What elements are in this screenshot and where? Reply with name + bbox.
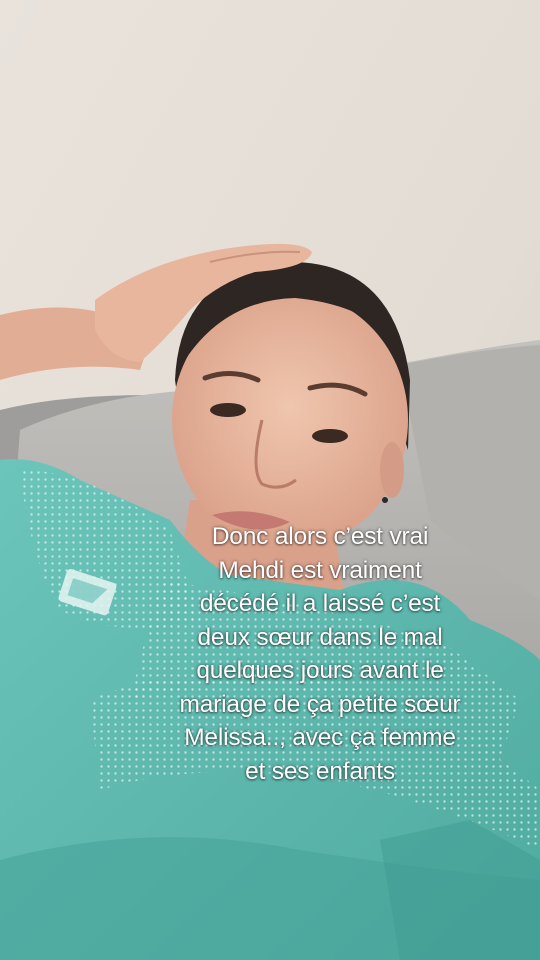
caption-line: Mehdi est vraiment [218,556,422,584]
caption-line: décédé il a laissé c’est [199,590,441,617]
video-caption: Donc alors c’est vrai Mehdi est vraiment… [150,520,490,788]
caption-line: mariage de ça petite sœur [179,690,461,718]
caption-line: et ses enfants [245,757,395,785]
caption-line: Melissa.., avec ça femme [184,724,456,751]
caption-line: Donc alors c’est vrai [211,523,429,550]
caption-line: deux sœur dans le mal [197,623,443,651]
caption-line: quelques jours avant le [196,657,444,684]
video-frame[interactable]: Donc alors c’est vrai Mehdi est vraiment… [0,0,540,960]
selfie-scene [0,0,540,960]
